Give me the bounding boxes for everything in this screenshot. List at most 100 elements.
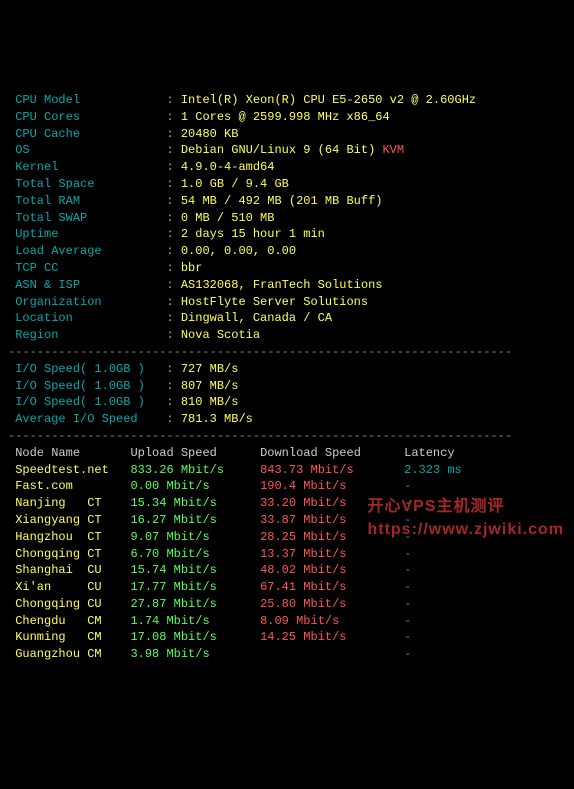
label: Load Average: [15, 244, 101, 258]
download: 190.4 Mbit/s: [260, 479, 354, 493]
label: Region: [15, 328, 58, 342]
upload: 9.07 Mbit/s: [130, 530, 224, 544]
value: Dingwall, Canada / CA: [181, 311, 332, 325]
speedtest-row: Chongqing CT 6.70 Mbit/s 13.37 Mbit/s -: [8, 547, 411, 561]
label: Uptime: [15, 227, 58, 241]
latency: -: [404, 647, 411, 661]
latency: -: [404, 563, 411, 577]
label: ASN & ISP: [15, 278, 80, 292]
value: Intel(R) Xeon(R) CPU E5-2650 v2 @ 2.60GH…: [181, 93, 476, 107]
upload: 16.27 Mbit/s: [130, 513, 224, 527]
download: 13.37 Mbit/s: [260, 547, 354, 561]
io-row: I/O Speed( 1.0GB ) : 810 MB/s: [8, 395, 238, 409]
latency: -: [404, 547, 411, 561]
node: Guangzhou CM: [15, 647, 109, 661]
upload: 15.74 Mbit/s: [130, 563, 224, 577]
upload: 833.26 Mbit/s: [130, 463, 224, 477]
col-download: Download Speed: [260, 446, 361, 460]
sysinfo-row: Total SWAP : 0 MB / 510 MB: [8, 211, 274, 225]
value: 1.0 GB / 9.4 GB: [181, 177, 289, 191]
upload: 17.08 Mbit/s: [130, 630, 224, 644]
download: 48.02 Mbit/s: [260, 563, 354, 577]
io-row: I/O Speed( 1.0GB ) : 807 MB/s: [8, 379, 238, 393]
kvm-tag: KVM: [382, 143, 404, 157]
upload: 0.00 Mbit/s: [130, 479, 224, 493]
latency: 2.323 ms: [404, 463, 462, 477]
upload: 6.70 Mbit/s: [130, 547, 224, 561]
sysinfo-row: TCP CC : bbr: [8, 261, 202, 275]
upload: 27.87 Mbit/s: [130, 597, 224, 611]
speedtest-row: Kunming CM 17.08 Mbit/s 14.25 Mbit/s -: [8, 630, 411, 644]
label: Kernel: [15, 160, 58, 174]
sysinfo-row: Region : Nova Scotia: [8, 328, 260, 342]
speedtest-row: Chongqing CU 27.87 Mbit/s 25.80 Mbit/s -: [8, 597, 411, 611]
value: 0 MB / 510 MB: [181, 211, 275, 225]
upload: 3.98 Mbit/s: [130, 647, 224, 661]
label: TCP CC: [15, 261, 58, 275]
label: I/O Speed( 1.0GB ): [15, 362, 145, 376]
col-node: Node Name: [15, 446, 80, 460]
label: Total RAM: [15, 194, 80, 208]
sysinfo-row: ASN & ISP : AS132068, FranTech Solutions: [8, 278, 382, 292]
upload: 15.34 Mbit/s: [130, 496, 224, 510]
value: 807 MB/s: [181, 379, 239, 393]
download: 25.80 Mbit/s: [260, 597, 354, 611]
download: 33.87 Mbit/s: [260, 513, 354, 527]
latency: -: [404, 614, 411, 628]
terminal-output: CPU Model : Intel(R) Xeon(R) CPU E5-2650…: [8, 75, 566, 663]
speedtest-row: Guangzhou CM 3.98 Mbit/s -: [8, 647, 411, 661]
sysinfo-row: Organization : HostFlyte Server Solution…: [8, 295, 368, 309]
speedtest-row: Fast.com 0.00 Mbit/s 190.4 Mbit/s -: [8, 479, 411, 493]
label: I/O Speed( 1.0GB ): [15, 379, 145, 393]
sysinfo-row: Total RAM : 54 MB / 492 MB (201 MB Buff): [8, 194, 382, 208]
sysinfo-row: CPU Model : Intel(R) Xeon(R) CPU E5-2650…: [8, 93, 476, 107]
download: 33.20 Mbit/s: [260, 496, 354, 510]
label: Total Space: [15, 177, 94, 191]
value: HostFlyte Server Solutions: [181, 295, 368, 309]
value: Debian GNU/Linux 9 (64 Bit): [181, 143, 383, 157]
value: 2 days 15 hour 1 min: [181, 227, 325, 241]
node: Chongqing CT: [15, 547, 109, 561]
value: 20480 KB: [181, 127, 239, 141]
latency: -: [404, 479, 411, 493]
download: 67.41 Mbit/s: [260, 580, 354, 594]
io-row: I/O Speed( 1.0GB ) : 727 MB/s: [8, 362, 238, 376]
label: Location: [15, 311, 73, 325]
sysinfo-row: Location : Dingwall, Canada / CA: [8, 311, 332, 325]
divider: ----------------------------------------…: [8, 429, 512, 443]
value: 1 Cores @ 2599.998 MHz x86_64: [181, 110, 390, 124]
label: I/O Speed( 1.0GB ): [15, 395, 145, 409]
download: [260, 647, 354, 661]
speedtest-row: Shanghai CU 15.74 Mbit/s 48.02 Mbit/s -: [8, 563, 411, 577]
value: 0.00, 0.00, 0.00: [181, 244, 296, 258]
download: 843.73 Mbit/s: [260, 463, 354, 477]
node: Shanghai CU: [15, 563, 109, 577]
speedtest-row: Speedtest.net 833.26 Mbit/s 843.73 Mbit/…: [8, 463, 462, 477]
node: Xi'an CU: [15, 580, 109, 594]
node: Fast.com: [15, 479, 109, 493]
speedtest-row: Nanjing CT 15.34 Mbit/s 33.20 Mbit/s -: [8, 496, 411, 510]
value: AS132068, FranTech Solutions: [181, 278, 383, 292]
divider: ----------------------------------------…: [8, 345, 512, 359]
node: Speedtest.net: [15, 463, 109, 477]
download: 14.25 Mbit/s: [260, 630, 354, 644]
label: Organization: [15, 295, 101, 309]
node: Hangzhou CT: [15, 530, 109, 544]
label: OS: [15, 143, 29, 157]
latency: -: [404, 630, 411, 644]
download: 28.25 Mbit/s: [260, 530, 354, 544]
sysinfo-row: CPU Cache : 20480 KB: [8, 127, 238, 141]
speedtest-row: Xi'an CU 17.77 Mbit/s 67.41 Mbit/s -: [8, 580, 411, 594]
node: Nanjing CT: [15, 496, 109, 510]
label: Average I/O Speed: [15, 412, 137, 426]
value: 4.9.0-4-amd64: [181, 160, 275, 174]
download: 8.09 Mbit/s: [260, 614, 354, 628]
col-upload: Upload Speed: [130, 446, 216, 460]
latency: -: [404, 597, 411, 611]
label: CPU Cores: [15, 110, 80, 124]
sysinfo-row: Uptime : 2 days 15 hour 1 min: [8, 227, 325, 241]
node: Kunming CM: [15, 630, 109, 644]
value: Nova Scotia: [181, 328, 260, 342]
sysinfo-row: Load Average : 0.00, 0.00, 0.00: [8, 244, 296, 258]
node: Xiangyang CT: [15, 513, 109, 527]
